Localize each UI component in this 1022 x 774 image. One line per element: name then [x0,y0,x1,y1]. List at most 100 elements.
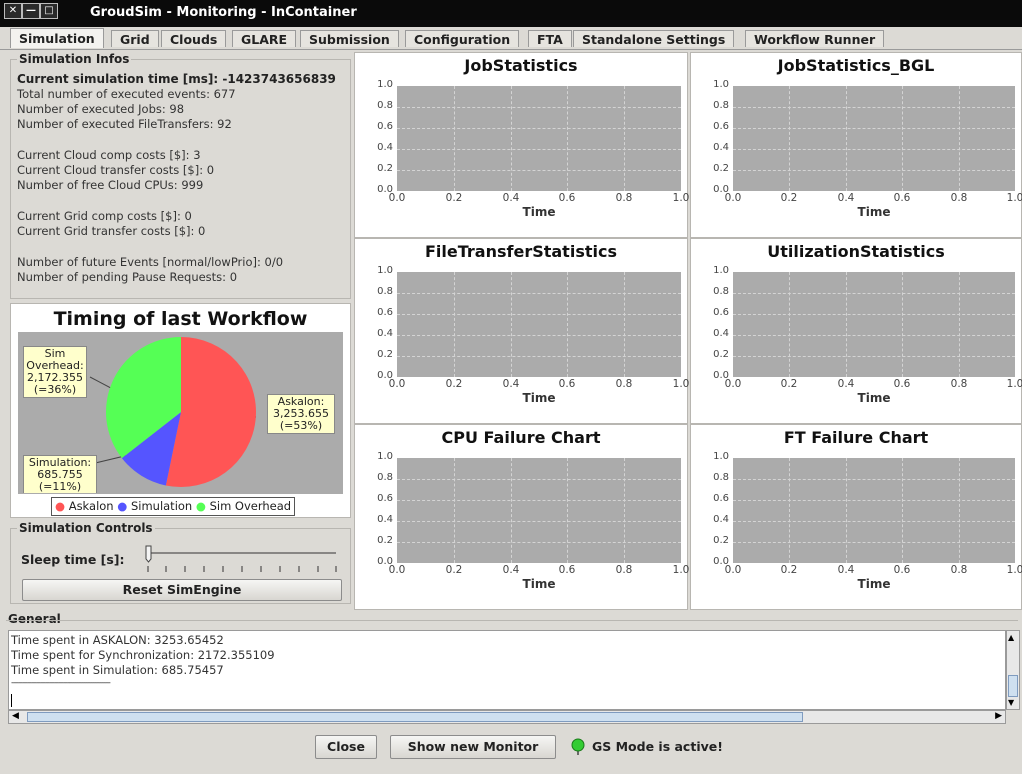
x-tick-label: 1.0 [1006,378,1022,390]
minimize-window-icon[interactable]: — [22,3,40,19]
y-tick-label: 0.2 [377,349,393,360]
x-tick-label: 0.0 [388,192,406,204]
plot-area [397,272,681,377]
log-vertical-scrollbar[interactable]: ▲ ▼ [1006,630,1020,710]
gridline [397,128,681,129]
pie-legend: ● Askalon ● Simulation ● Sim Overhead [51,497,296,516]
close-button[interactable]: Close [315,735,377,759]
y-tick-label: 0.8 [377,472,393,483]
maximize-window-icon[interactable]: □ [40,3,58,19]
tab-configuration[interactable]: Configuration [405,30,520,47]
show-new-monitor-button[interactable]: Show new Monitor [390,735,556,759]
y-tick-label: 0.6 [713,121,729,132]
tab-simulation[interactable]: Simulation [10,28,104,48]
gridline [733,479,1015,480]
x-tick-label: 0.2 [445,564,463,576]
scroll-thumb-horizontal[interactable] [27,712,803,722]
y-tick-label: 0.2 [713,535,729,546]
y-tick-label: 0.2 [377,163,393,174]
close-window-icon[interactable]: ✕ [4,3,22,19]
chart-title: JobStatistics_BGL [777,56,935,75]
tab-bar: Simulation Grid Clouds GLARE Submission … [0,27,1022,50]
info-line: Current Cloud comp costs [$]: 3 [17,148,201,162]
legend-askalon: Askalon [68,499,114,513]
simulation-controls-panel: Simulation Controls Sleep time [s]: Rese… [10,521,351,604]
info-line: Number of pending Pause Requests: 0 [17,270,238,284]
current-simulation-time: Current simulation time [ms]: -142374365… [17,72,336,86]
gridline [397,500,681,501]
y-tick-label: 0.8 [377,286,393,297]
simulation-infos-panel: Simulation Infos Current simulation time… [10,52,351,299]
x-axis-label: Time [522,577,556,591]
y-tick-label: 0.4 [713,514,729,525]
gridline [397,107,681,108]
gridline [454,458,455,563]
x-tick-label: 0.0 [388,564,406,576]
x-tick-label: 0.8 [615,378,633,390]
scroll-thumb-vertical[interactable] [1008,675,1018,697]
general-divider [6,620,1018,621]
info-line: Number of future Events [normal/lowPrio]… [17,255,284,269]
gridline [511,458,512,563]
x-tick-label: 0.4 [837,378,855,390]
gridline [959,86,960,191]
simulation-controls-title: Simulation Controls [17,521,155,535]
ft-failure-chart: FT Failure Chart 1.0 0.8 0.6 0.4 0.2 0.0 0.0 0.2… [690,424,1022,610]
x-axis-label: Time [857,577,891,591]
y-tick-label: 0.2 [713,349,729,360]
gridline [624,272,625,377]
reset-simengine-button[interactable]: Reset SimEngine [22,579,342,601]
y-tick-label: 0.8 [713,100,729,111]
scroll-right-icon[interactable]: ▶ [995,711,1002,721]
x-tick-label: 0.6 [893,564,911,576]
gridline [567,86,568,191]
gridline [733,107,1015,108]
tab-submission[interactable]: Submission [300,30,399,47]
gridline [454,86,455,191]
tab-fta[interactable]: FTA [528,30,572,47]
x-tick-label: 0.8 [615,564,633,576]
file-transfer-statistics-chart: FileTransferStatistics 1.0 0.8 0.6 0.4 0.2 0.0… [354,238,689,424]
gridline [789,458,790,563]
x-axis-label: Time [522,391,556,405]
gridline [733,356,1015,357]
title-bar: ✕ — □ GroudSim - Monitoring - InContaine… [0,0,1022,27]
cpu-failure-chart: CPU Failure Chart 1.0 0.8 0.6 0.4 0.2 0.0 0.0 0.… [354,424,689,610]
gridline [733,149,1015,150]
x-tick-label: 0.8 [950,192,968,204]
log-text-area[interactable]: Time spent in ASKALON: 3253.65452 Time s… [8,630,1006,710]
gridline [733,293,1015,294]
x-tick-label: 0.2 [780,192,798,204]
gridline [733,521,1015,522]
info-line: Total number of executed events: 677 [17,87,236,101]
gridline [397,149,681,150]
gridline [733,542,1015,543]
general-title: General [6,612,63,626]
scroll-left-icon[interactable]: ◀ [12,711,19,721]
x-tick-label: 0.0 [724,378,742,390]
scroll-up-icon[interactable]: ▲ [1008,633,1014,642]
scroll-down-icon[interactable]: ▼ [1008,698,1014,707]
tab-standalone-settings[interactable]: Standalone Settings [573,30,735,47]
gridline [454,272,455,377]
tab-glare[interactable]: GLARE [232,30,297,47]
gridline [959,272,960,377]
y-tick-label: 0.8 [713,286,729,297]
gridline [511,86,512,191]
x-axis-label: Time [857,391,891,405]
sleep-time-slider[interactable] [144,543,340,573]
y-tick-label: 0.6 [377,493,393,504]
y-tick-label: 0.6 [377,307,393,318]
status-indicator-icon [570,738,586,756]
log-horizontal-scrollbar[interactable]: ◀ ▶ [8,710,1006,724]
tab-clouds[interactable]: Clouds [161,30,227,47]
x-tick-label: 0.4 [837,564,855,576]
tab-grid[interactable]: Grid [111,30,159,47]
gridline [397,542,681,543]
callout-simulation-percent: (=11%) [38,480,82,493]
x-axis-label: Time [522,205,556,219]
plot-area [397,86,681,191]
tab-workflow-runner[interactable]: Workflow Runner [745,30,885,47]
x-tick-label: 0.0 [724,192,742,204]
gridline [624,86,625,191]
